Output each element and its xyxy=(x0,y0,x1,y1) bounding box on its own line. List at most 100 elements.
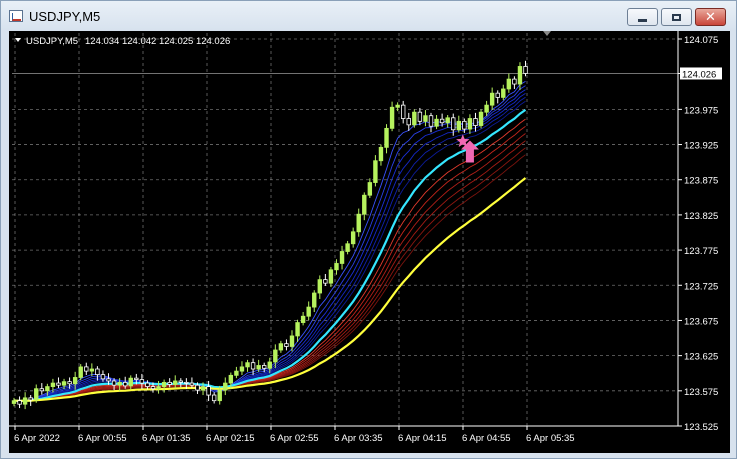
bull-candle xyxy=(128,377,133,387)
x-tick-label: 6 Apr 02:15 xyxy=(206,433,255,444)
bull-candle xyxy=(373,160,378,183)
bear-candle xyxy=(150,386,156,390)
bull-candle xyxy=(267,361,272,369)
bull-candle xyxy=(412,111,417,126)
y-tick-label: 123.525 xyxy=(684,422,718,433)
header-ohlc: 124.034 124.042 124.025 124.026 xyxy=(85,36,230,47)
bull-candle xyxy=(306,306,311,317)
bear-candle xyxy=(206,386,211,396)
maximize-icon xyxy=(672,13,681,21)
y-tick-label: 123.775 xyxy=(684,246,718,257)
ema-fast-line xyxy=(13,100,526,402)
bull-candle xyxy=(339,251,345,264)
bull-candle xyxy=(239,366,245,372)
bull-candle xyxy=(34,388,39,401)
bear-candle xyxy=(323,279,328,284)
bull-candle xyxy=(356,213,361,233)
bull-candle xyxy=(289,335,295,347)
bull-candle xyxy=(317,279,322,294)
bear-candle xyxy=(417,111,423,122)
y-tick-label: 123.725 xyxy=(684,281,718,292)
bear-candle xyxy=(167,381,172,385)
chart-app-icon xyxy=(9,10,23,22)
bear-candle xyxy=(250,362,256,370)
x-tick-label: 6 Apr 00:55 xyxy=(78,433,127,444)
bull-candle xyxy=(334,263,339,271)
bear-candle xyxy=(123,381,128,387)
bull-candle xyxy=(245,362,250,368)
y-tick-label: 123.925 xyxy=(684,141,718,152)
bull-candle xyxy=(217,389,222,402)
bear-candle xyxy=(145,382,150,387)
bull-candle xyxy=(200,386,206,391)
bear-candle xyxy=(17,400,22,405)
y-tick-label: 123.875 xyxy=(684,176,718,187)
bull-candle xyxy=(350,231,356,245)
bull-candle xyxy=(312,292,317,308)
bull-candle xyxy=(223,382,228,391)
bull-candle xyxy=(61,381,67,386)
bull-candle xyxy=(11,400,17,404)
bull-candle xyxy=(328,269,334,284)
bull-candle xyxy=(434,118,439,127)
bear-candle xyxy=(261,365,267,369)
ema-fast-line xyxy=(13,81,526,403)
ema-fast-line xyxy=(13,93,526,402)
moving-averages xyxy=(13,81,527,403)
bear-candle xyxy=(178,380,183,383)
bear-candle xyxy=(473,118,478,126)
bull-candle xyxy=(389,106,395,129)
bear-candle xyxy=(111,380,117,386)
bull-candle xyxy=(489,92,495,106)
price-chart[interactable]: 124.075 124.026 123.975 123.925 123.875 123.8… xyxy=(9,31,730,453)
bull-candle xyxy=(173,380,178,385)
chart-shift-icon[interactable] xyxy=(543,31,551,36)
bull-candle xyxy=(22,397,28,405)
minimize-button[interactable] xyxy=(627,8,658,26)
bull-candle xyxy=(228,374,234,384)
header-symbol: USDJPY,M5 xyxy=(26,36,78,47)
bear-candle xyxy=(462,120,467,130)
title-bar[interactable]: USDJPY,M5 ✕ xyxy=(1,1,736,31)
bear-candle xyxy=(523,66,528,74)
bull-candle xyxy=(78,366,83,378)
x-tick-label: 6 Apr 04:15 xyxy=(398,433,447,444)
bull-candle xyxy=(117,381,122,386)
bull-candle xyxy=(384,127,389,148)
maximize-button[interactable] xyxy=(661,8,692,26)
chart-header: USDJPY,M5 124.034 124.042 124.025 124.02… xyxy=(15,36,230,47)
bull-candle xyxy=(156,386,161,390)
x-tick-label: 6 Apr 02:55 xyxy=(270,433,319,444)
bear-candle xyxy=(84,366,89,372)
bull-candle xyxy=(395,104,400,108)
close-button[interactable]: ✕ xyxy=(695,8,726,26)
y-tick-label: 123.675 xyxy=(684,316,718,327)
bear-candle xyxy=(189,382,195,386)
header-dropdown-icon[interactable] xyxy=(15,38,21,42)
x-tick-label: 6 Apr 05:35 xyxy=(526,433,575,444)
y-tick-label: 123.575 xyxy=(684,387,718,398)
ema-cyan-line xyxy=(13,108,527,403)
bull-candle xyxy=(234,370,239,376)
bear-candle xyxy=(67,381,72,385)
bear-candle xyxy=(195,384,200,391)
bear-candle xyxy=(512,78,517,85)
minimize-icon xyxy=(638,18,647,22)
bull-candle xyxy=(378,146,384,162)
bear-candle xyxy=(400,104,406,119)
y-tick-label: 123.625 xyxy=(684,352,718,363)
bear-candle xyxy=(406,118,411,126)
bull-candle xyxy=(89,368,95,372)
bull-candle xyxy=(456,120,461,131)
bull-candle xyxy=(478,111,484,126)
bear-candle xyxy=(106,378,111,382)
bear-candle xyxy=(28,397,33,401)
bull-candle xyxy=(367,182,373,196)
y-tick-label: 124.075 xyxy=(684,35,718,46)
bear-candle xyxy=(95,368,100,376)
bull-candle xyxy=(362,194,367,215)
bull-candle xyxy=(161,381,167,387)
y-tick-label: 123.825 xyxy=(684,211,718,222)
bear-candle xyxy=(439,118,445,124)
chart-area[interactable]: 124.075 124.026 123.975 123.925 123.875 123.8… xyxy=(9,31,730,453)
